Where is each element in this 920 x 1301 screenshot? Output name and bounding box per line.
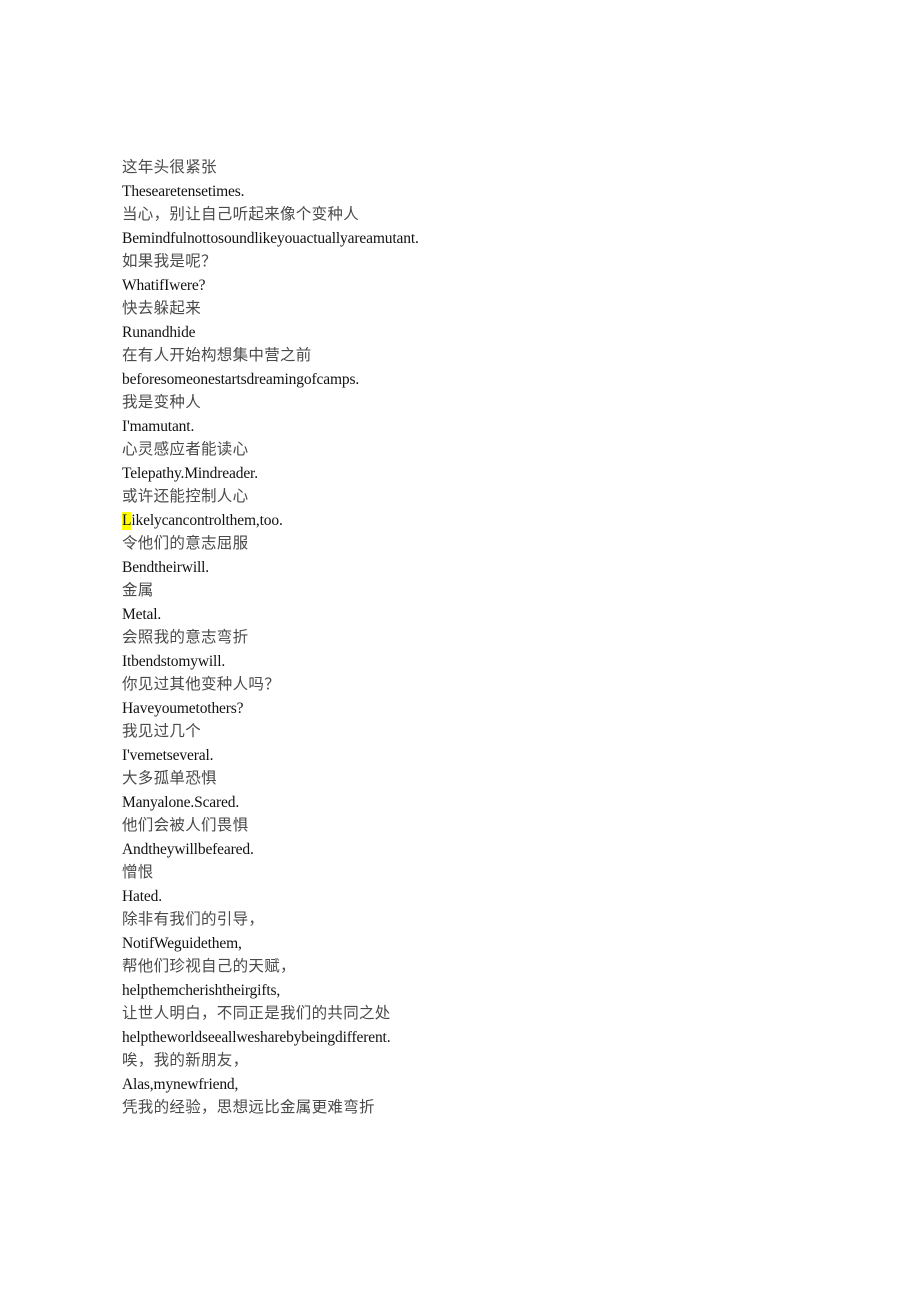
subtitle-transcript-block: 这年头很紧张 Thesearetensetimes. 当心，别让自己听起来像个变种人… <box>122 156 882 1120</box>
transcript-line-13: Telepathy.Mindreader. <box>122 464 258 482</box>
transcript-line-35: helpthemcherishtheirgifts, <box>122 981 281 999</box>
transcript-line-9: beforesomeonestartsdreamingofcamps. <box>122 370 360 388</box>
transcript-line-24: 我见过几个 <box>122 723 202 740</box>
transcript-line-32: 除非有我们的引导， <box>122 911 265 928</box>
transcript-line-text: ikelycancontrolthem,too. <box>131 511 283 529</box>
transcript-line-33: NotifWeguidethem, <box>122 934 242 952</box>
transcript-line-36: 让世人明白，不同正是我们的共同之处 <box>122 1005 391 1022</box>
transcript-line-23: Haveyoumetothers? <box>122 699 244 717</box>
transcript-line-8: 在有人开始构想集中营之前 <box>122 347 312 364</box>
transcript-line-17: Bendtheirwill. <box>122 558 210 576</box>
transcript-line-3: Bemindfulnottosoundlikeyouactuallyareamu… <box>122 229 419 247</box>
transcript-line-29: Andtheywillbefeared. <box>122 840 254 858</box>
transcript-line-10: 我是变种人 <box>122 394 202 411</box>
transcript-line-2: 当心，别让自己听起来像个变种人 <box>122 206 360 223</box>
transcript-line-14: 或许还能控制人心 <box>122 488 249 505</box>
transcript-line-26: 大多孤单恐惧 <box>122 770 217 787</box>
transcript-line-11: I'mamutant. <box>122 417 195 435</box>
transcript-line-27: Manyalone.Scared. <box>122 793 240 811</box>
transcript-line-28: 他们会被人们畏惧 <box>122 817 249 834</box>
transcript-line-20: 会照我的意志弯折 <box>122 629 249 646</box>
transcript-line-16: 令他们的意志屈服 <box>122 535 249 552</box>
document-page: 这年头很紧张 Thesearetensetimes. 当心，别让自己听起来像个变种人… <box>0 0 920 1301</box>
transcript-line-37: helptheworldseeallwesharebybeingdifferen… <box>122 1028 391 1046</box>
transcript-line-6: 快去躲起来 <box>122 300 202 317</box>
transcript-line-38: 唉，我的新朋友， <box>122 1052 249 1069</box>
transcript-line-30: 憎恨 <box>122 864 154 881</box>
transcript-line-19: Metal. <box>122 605 162 623</box>
transcript-line-40: 凭我的经验，思想远比金属更难弯折 <box>122 1099 375 1116</box>
highlighted-character: L <box>122 511 132 530</box>
transcript-line-0: 这年头很紧张 <box>122 159 217 176</box>
transcript-line-34: 帮他们珍视自己的天赋， <box>122 958 296 975</box>
transcript-line-22: 你见过其他变种人吗？ <box>122 676 281 693</box>
transcript-line-12: 心灵感应者能读心 <box>122 441 249 458</box>
transcript-line-7: Runandhide <box>122 323 196 341</box>
transcript-line-31: Hated. <box>122 887 162 905</box>
transcript-line-4: 如果我是呢？ <box>122 253 217 270</box>
transcript-line-39: Alas,mynewfriend, <box>122 1075 239 1093</box>
transcript-line-5: WhatifIwere? <box>122 276 206 294</box>
transcript-line-25: I'vemetseveral. <box>122 746 214 764</box>
transcript-line-15: Likelycancontrolthem,too. <box>122 509 882 533</box>
transcript-line-1: Thesearetensetimes. <box>122 182 245 200</box>
transcript-line-21: Itbendstomywill. <box>122 652 226 670</box>
transcript-line-18: 金属 <box>122 582 154 599</box>
